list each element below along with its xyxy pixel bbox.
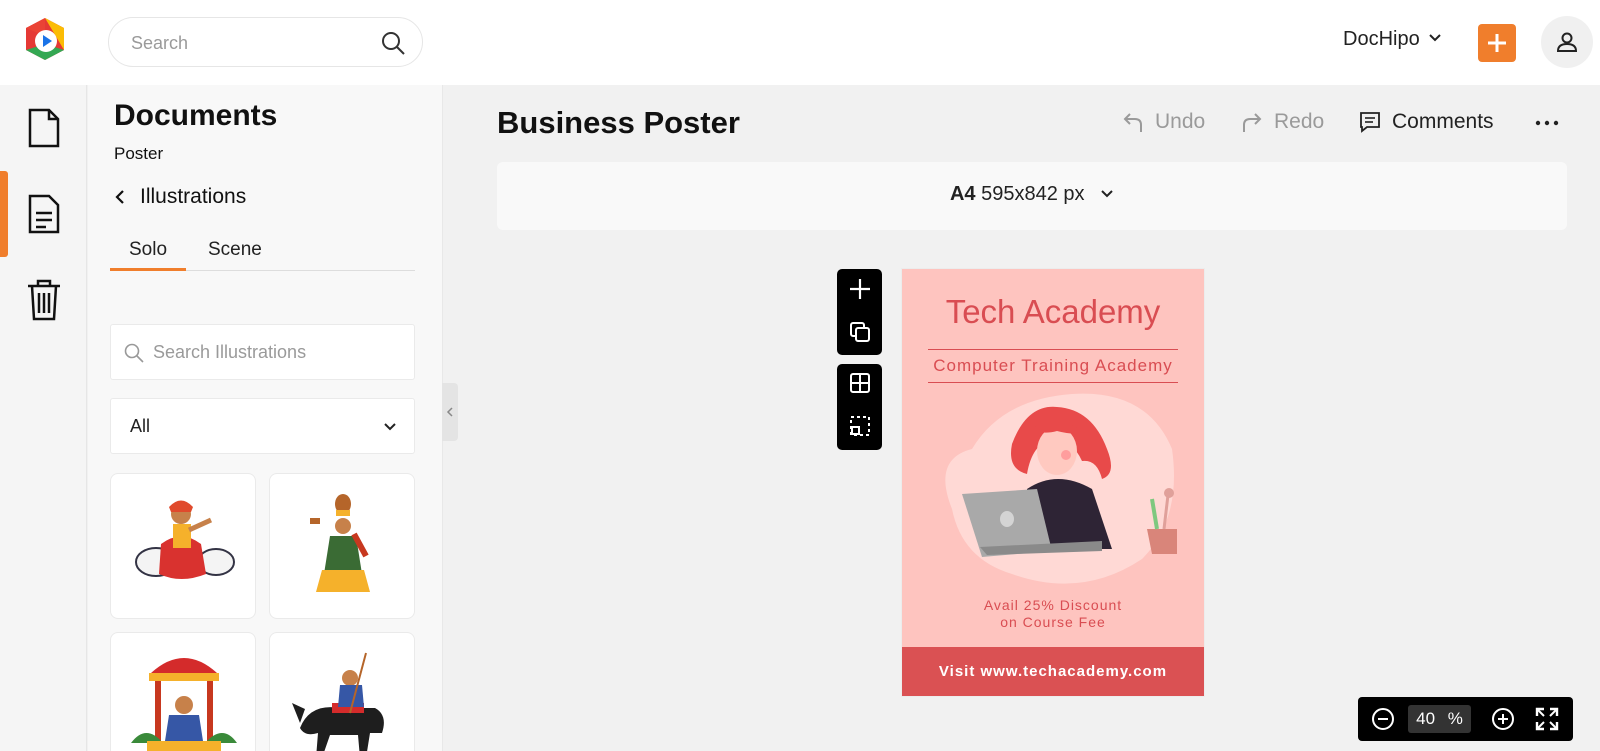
search-icon[interactable]	[380, 30, 406, 56]
left-rail	[0, 85, 87, 751]
horse-rider-illustration	[292, 652, 384, 751]
document-icon	[28, 108, 59, 148]
woman-laptop-illustration[interactable]	[932, 389, 1177, 589]
select-area-icon[interactable]	[849, 415, 871, 442]
undo-label: Undo	[1155, 110, 1206, 133]
account-menu[interactable]: DocHipo	[1343, 28, 1442, 51]
chevron-down-icon	[1428, 28, 1442, 51]
search-icon	[123, 342, 145, 364]
page-size-name: A4	[949, 183, 976, 205]
zoom-value: 40	[1416, 709, 1436, 728]
page-size-bar: A4 595x842 px	[497, 162, 1567, 230]
collapse-panel-handle[interactable]	[442, 383, 458, 441]
comment-icon	[1360, 112, 1380, 133]
chevron-down-icon	[1100, 183, 1114, 206]
discount-line-2: on Course Fee	[1000, 614, 1106, 630]
document-lines-icon	[28, 194, 59, 234]
zoom-unit: %	[1447, 709, 1463, 728]
document-title[interactable]: Business Poster	[497, 105, 740, 141]
create-button[interactable]	[1478, 24, 1516, 62]
rail-item-templates[interactable]	[0, 171, 87, 257]
poster-footer[interactable]: Visit www.techacademy.com	[902, 647, 1204, 696]
illustration-card[interactable]	[269, 473, 415, 619]
comments-label: Comments	[1392, 110, 1494, 133]
undo-icon	[1123, 113, 1142, 132]
zoom-in-icon[interactable]	[1491, 707, 1515, 736]
documents-panel: Documents Poster Illustrations Solo Scen…	[88, 85, 443, 751]
redo-button[interactable]: Redo	[1240, 110, 1324, 134]
illustration-card[interactable]	[110, 632, 256, 751]
zoom-out-icon[interactable]	[1371, 707, 1395, 736]
grid-icon[interactable]	[849, 372, 871, 399]
page-size-select[interactable]: A4 595x842 px	[497, 183, 1567, 206]
tab-solo[interactable]: Solo	[110, 239, 186, 271]
filter-value: All	[130, 416, 151, 436]
illustration-search-placeholder: Search Illustrations	[153, 342, 307, 362]
page-actions-toolbar	[837, 269, 882, 355]
page-size-dims: 595x842 px	[981, 183, 1085, 205]
layout-toolbar	[837, 364, 882, 450]
chevron-left-icon	[115, 190, 124, 204]
undo-button[interactable]: Undo	[1121, 110, 1205, 134]
top-bar: Search DocHipo	[0, 0, 1600, 85]
panel-title: Documents	[114, 99, 278, 132]
fullscreen-icon[interactable]	[1535, 707, 1559, 736]
account-name: DocHipo	[1343, 28, 1420, 50]
illustration-card[interactable]	[269, 632, 415, 751]
palanquin-illustration	[131, 658, 237, 751]
redo-label: Redo	[1274, 110, 1325, 133]
panel-subtitle: Poster	[114, 144, 164, 163]
chevron-down-icon	[382, 419, 398, 435]
duplicate-page-icon[interactable]	[849, 321, 871, 348]
discount-line-1: Avail 25% Discount	[983, 597, 1123, 613]
redo-icon	[1243, 113, 1262, 132]
rail-item-trash[interactable]	[0, 257, 87, 343]
more-horizontal-icon	[1535, 120, 1559, 126]
trash-icon	[27, 279, 60, 321]
global-search[interactable]: Search	[108, 17, 423, 67]
search-placeholder: Search	[131, 33, 189, 53]
rail-item-documents[interactable]	[0, 85, 87, 171]
zoom-level-input[interactable]: 40 %	[1408, 705, 1471, 733]
user-profile-button[interactable]	[1541, 16, 1593, 68]
category-filter-select[interactable]: All	[110, 398, 415, 454]
illustration-tabs: Solo Scene	[110, 235, 415, 271]
user-icon	[1556, 32, 1578, 52]
poster-canvas[interactable]: Tech Academy Computer Training Academy A…	[902, 269, 1204, 696]
tab-scene[interactable]: Scene	[208, 239, 262, 271]
poster-title[interactable]: Tech Academy	[902, 293, 1204, 331]
section-label: Illustrations	[140, 185, 247, 208]
plus-icon	[1488, 34, 1506, 52]
add-page-icon[interactable]	[848, 277, 872, 306]
dancer-illustration	[310, 494, 370, 592]
app-logo[interactable]	[22, 16, 68, 62]
chevron-left-icon	[446, 407, 453, 417]
more-options-button[interactable]	[1535, 119, 1559, 127]
drummer-illustration	[135, 500, 235, 579]
poster-subtitle[interactable]: Computer Training Academy	[928, 349, 1178, 383]
illustration-search-input[interactable]: Search Illustrations	[110, 324, 415, 380]
illustration-card[interactable]	[110, 473, 256, 619]
zoom-controls: 40 %	[1358, 697, 1573, 741]
poster-discount[interactable]: Avail 25% Discount on Course Fee	[902, 597, 1204, 631]
back-to-illustrations[interactable]: Illustrations	[114, 185, 246, 209]
comments-button[interactable]: Comments	[1358, 110, 1494, 134]
